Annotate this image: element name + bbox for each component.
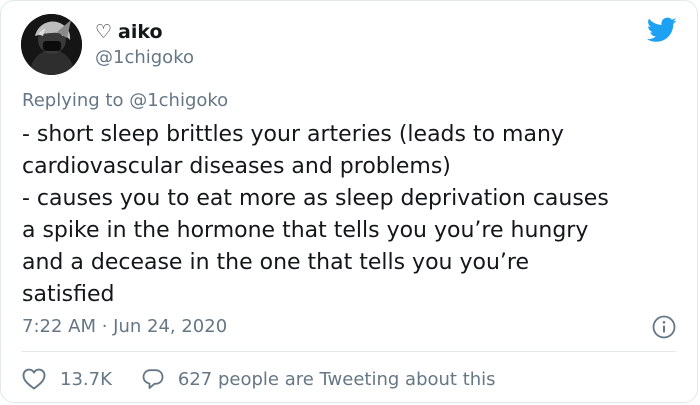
tweet-card: ♡ aiko @1chigoko Replying to @1chigoko -… [0, 0, 698, 403]
actions-row: 13.7K 627 people are Tweeting about this [22, 365, 496, 393]
replying-to[interactable]: Replying to @1chigoko [22, 89, 228, 113]
heart-icon [22, 368, 46, 390]
avatar[interactable] [21, 14, 82, 75]
divider [22, 351, 676, 352]
comment-bubble-icon [142, 369, 164, 389]
tweet-text-line: cardiovascular diseases and problems) [22, 154, 451, 179]
display-name-row[interactable]: ♡ aiko [95, 19, 194, 45]
tweet-text-line: a spike in the hormone that tells you yo… [22, 218, 589, 243]
tweet-text-line: satisfied [22, 282, 115, 307]
like-button[interactable]: 13.7K [22, 368, 112, 390]
like-count: 13.7K [60, 368, 112, 390]
tweet-text-line: and a decease in the one that tells you … [22, 250, 529, 275]
user-block: ♡ aiko @1chigoko [95, 19, 194, 70]
tweeting-about-label: 627 people are Tweeting about this [177, 368, 496, 390]
twitter-bird-icon[interactable] [647, 17, 677, 43]
tweet-text-line: - causes you to eat more as sleep depriv… [22, 186, 609, 211]
info-icon[interactable] [652, 315, 676, 339]
display-name-heart: ♡ [95, 21, 113, 43]
display-name[interactable]: aiko [118, 19, 163, 45]
tweet-text: - short sleep brittles your arteries (le… [22, 119, 682, 311]
tweet-text-line: - short sleep brittles your arteries (le… [22, 122, 564, 147]
tweeting-about-button[interactable]: 627 people are Tweeting about this [142, 368, 496, 390]
user-handle[interactable]: @1chigoko [95, 46, 194, 70]
timestamp[interactable]: 7:22 AM · Jun 24, 2020 [22, 315, 227, 339]
